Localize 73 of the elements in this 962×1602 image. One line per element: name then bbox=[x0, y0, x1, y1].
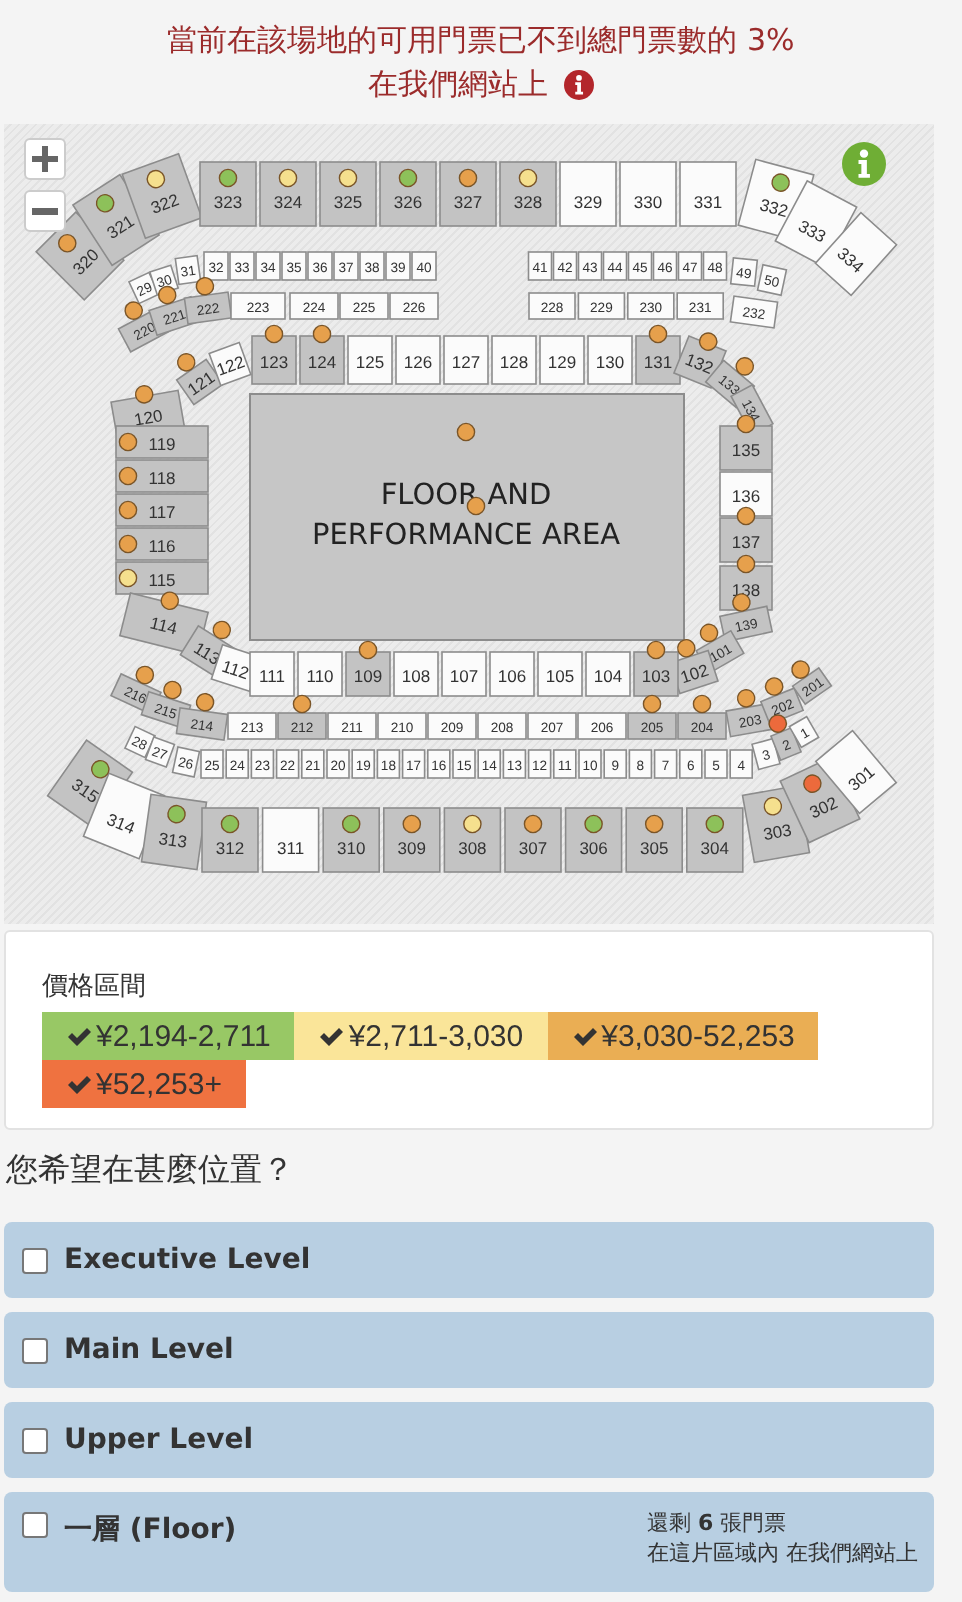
seat-section[interactable]: 131 bbox=[635, 335, 681, 385]
seat-section[interactable]: 312 bbox=[201, 807, 259, 873]
seat-section[interactable]: 329 bbox=[559, 161, 617, 227]
seat-section[interactable]: 125 bbox=[347, 335, 393, 385]
price-range-filter[interactable]: ¥52,253+ bbox=[42, 1060, 246, 1108]
checkbox[interactable] bbox=[22, 1247, 48, 1273]
seat-section[interactable]: 306 bbox=[564, 807, 623, 873]
seat-section[interactable]: 323 bbox=[199, 161, 257, 227]
zoom-out-button[interactable] bbox=[24, 190, 66, 232]
seat-section[interactable]: 308 bbox=[443, 807, 502, 873]
seat-section[interactable]: 123 bbox=[251, 335, 297, 385]
checkbox[interactable] bbox=[22, 1427, 48, 1453]
price-range-filter[interactable]: ¥3,030-52,253 bbox=[547, 1012, 819, 1060]
seat-section[interactable]: 104 bbox=[585, 651, 631, 697]
price-range-filter[interactable]: ¥2,194-2,711 bbox=[42, 1012, 295, 1060]
seat-section[interactable]: 115 bbox=[115, 561, 209, 595]
seat-section[interactable]: 108 bbox=[393, 651, 439, 697]
zoom-in-icon bbox=[32, 146, 58, 172]
info-icon[interactable] bbox=[842, 142, 886, 186]
check-icon bbox=[571, 1025, 598, 1047]
legend-title: 價格區間 bbox=[42, 970, 148, 1004]
seat-section[interactable]: 137 bbox=[719, 517, 773, 563]
seat-section[interactable]: 130 bbox=[587, 335, 633, 385]
seat-section[interactable]: 109 bbox=[345, 651, 391, 697]
seat-section[interactable]: 103 bbox=[633, 651, 679, 697]
seat-section[interactable]: 324 bbox=[259, 161, 317, 227]
seat-section[interactable]: 105 bbox=[537, 651, 583, 697]
seat-section[interactable]: 111 bbox=[249, 651, 295, 697]
level-option[interactable]: Main Level bbox=[4, 1312, 934, 1388]
seat-section[interactable]: 309 bbox=[383, 807, 441, 873]
checkbox[interactable] bbox=[22, 1337, 48, 1363]
level-option[interactable]: Executive Level bbox=[4, 1222, 934, 1298]
check-icon bbox=[66, 1025, 92, 1047]
seat-section[interactable]: 304 bbox=[686, 807, 744, 873]
seat-section[interactable]: 136 bbox=[719, 471, 773, 517]
tickets-left-note: 在這片區域內 在我們網站上 bbox=[647, 1538, 918, 1568]
level-option[interactable]: Upper Level bbox=[4, 1402, 934, 1478]
floor-area[interactable]: FLOOR AND PERFORMANCE AREA bbox=[249, 393, 685, 641]
checkbox[interactable] bbox=[22, 1512, 48, 1538]
price-range-filter[interactable]: ¥2,711-3,030 bbox=[294, 1012, 548, 1060]
seat-section[interactable]: 330 bbox=[619, 161, 677, 227]
zoom-in-button[interactable] bbox=[24, 138, 66, 180]
seat-section[interactable]: 110 bbox=[297, 651, 343, 697]
seat-section[interactable]: 117 bbox=[115, 493, 209, 527]
seat-section[interactable]: 116 bbox=[115, 527, 209, 561]
availability-notice: 在我們網站上 bbox=[368, 64, 548, 106]
seat-section[interactable]: 129 bbox=[539, 335, 585, 385]
seat-section[interactable]: 327 bbox=[439, 161, 497, 227]
seat-section[interactable]: 328 bbox=[499, 161, 557, 227]
zoom-out-icon bbox=[32, 207, 58, 215]
seat-section[interactable]: 305 bbox=[625, 807, 683, 873]
seat-section[interactable]: 310 bbox=[322, 807, 380, 873]
seat-section[interactable]: 326 bbox=[379, 161, 437, 227]
seat-section[interactable]: 106 bbox=[489, 651, 535, 697]
seat-section[interactable]: 135 bbox=[719, 425, 773, 471]
seat-section[interactable]: 124 bbox=[299, 335, 345, 385]
seat-section[interactable]: 325 bbox=[319, 161, 377, 227]
seat-section[interactable]: 311 bbox=[261, 807, 320, 873]
level-option[interactable]: 一層 (Floor) 還剩 6 張門票 在這片區域內 在我們網站上 bbox=[4, 1492, 934, 1592]
availability-notice: 當前在該場地的可用門票已不到總門票數的 3% bbox=[167, 20, 795, 62]
check-icon bbox=[318, 1025, 345, 1047]
check-icon bbox=[66, 1073, 92, 1095]
seat-section[interactable]: 331 bbox=[679, 161, 737, 227]
seat-section[interactable]: 307 bbox=[504, 807, 562, 873]
seat-section[interactable]: 127 bbox=[443, 335, 489, 385]
seat-section[interactable]: 126 bbox=[395, 335, 441, 385]
question-heading: 您希望在甚麼位置？ bbox=[4, 1148, 296, 1192]
seat-section[interactable]: 128 bbox=[491, 335, 537, 385]
info-icon[interactable] bbox=[564, 69, 594, 99]
tickets-left-note: 還剩 6 張門票 bbox=[647, 1508, 789, 1538]
seat-section[interactable]: 119 bbox=[115, 425, 209, 459]
seat-section[interactable]: 118 bbox=[115, 459, 209, 493]
seat-section[interactable]: 107 bbox=[441, 651, 487, 697]
